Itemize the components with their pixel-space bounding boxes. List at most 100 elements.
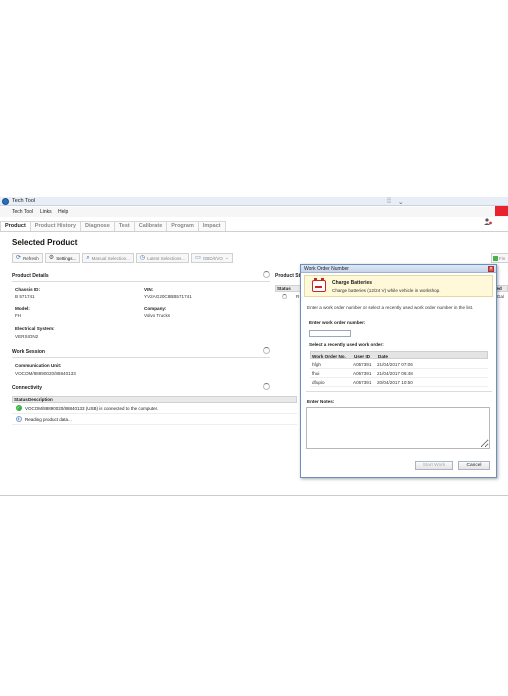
chevron-down-icon[interactable]: ⌄ (398, 198, 404, 206)
date-cell: 20/04/2017 10:50 (377, 379, 413, 385)
obd-label: OBD/I/VO (202, 255, 223, 261)
description-cell: Reading product data... (25, 416, 72, 422)
loading-spinner-icon (282, 294, 287, 299)
company-label: Company: (144, 306, 167, 311)
divider (12, 281, 270, 282)
tab-impact[interactable]: Impact (197, 221, 226, 231)
dialog-title: Work Order Number (304, 266, 349, 272)
battery-icon (312, 278, 326, 292)
work-order-table-header: Work Order No. User ID Date (310, 351, 488, 359)
description-cell: VOCOM/88890020/88840133 (USB) is connect… (25, 405, 159, 411)
manual-selection-label: Manual Selection... (91, 255, 130, 261)
connectivity-table: Status Description ✓ VOCOM/88890020/8884… (12, 396, 297, 425)
charge-batteries-banner: Charge Batteries Charge batteries (12/24… (304, 275, 493, 297)
alert-indicator[interactable] (495, 206, 508, 216)
toolbar: ⟳ Refresh ⚙ Settings... ⌕ Manual Selecti… (12, 253, 235, 263)
tech-tool-window: Tech Tool ⁞⁞ ⌄ Tech Tool Links Help Prod… (0, 197, 508, 496)
start-work-button[interactable]: Start Work (415, 461, 453, 470)
main-tabs: Product Product History Diagnose Test Ca… (0, 221, 226, 231)
work-order-dialog: Work Order Number × Charge Batteries Cha… (300, 264, 497, 478)
find-icon (493, 255, 498, 261)
window-title: Tech Tool (12, 198, 36, 204)
settings-label: Settings... (56, 255, 77, 261)
electrical-system-label: Electrical System: (15, 326, 55, 331)
work-order-cell: dfupio (312, 379, 325, 385)
menu-tech-tool[interactable]: Tech Tool (12, 209, 33, 215)
latest-selections-label: Latest Selections... (147, 255, 186, 261)
search-icon: ⌕ (86, 255, 90, 261)
loading-spinner-icon (263, 347, 270, 354)
loading-spinner-icon (263, 383, 270, 390)
communication-unit-label: Communication Unit: (15, 363, 62, 368)
date-cell: 21/04/2017 07:06 (377, 361, 413, 367)
work-order-cell: fhui (312, 370, 320, 376)
dialog-title-bar: Work Order Number × (301, 265, 496, 273)
table-row[interactable]: fhui A057391 21/04/2017 06:48 (310, 369, 488, 378)
history-icon: ◷ (139, 255, 146, 261)
column-header-date: Date (378, 353, 388, 359)
work-order-input[interactable] (309, 330, 351, 337)
tab-product[interactable]: Product (0, 221, 31, 231)
vin-label: VIN: (144, 287, 154, 292)
banner-text: Charge batteries (12/24 V) while vehicle… (332, 288, 441, 293)
model-label: Model: (15, 306, 30, 311)
status-cell: i (12, 416, 25, 422)
cancel-button[interactable]: Cancel (458, 461, 490, 470)
obd-dropdown[interactable]: ▭ OBD/I/VO ⌄ (191, 253, 233, 263)
tab-product-history[interactable]: Product History (29, 221, 82, 231)
banner-title: Charge Batteries (332, 280, 373, 286)
description-column-header: Description (28, 397, 53, 402)
table-row[interactable]: ✓ VOCOM/88890020/88840133 (USB) is conne… (12, 403, 297, 414)
work-session-heading: Work Session (12, 349, 45, 355)
loading-spinner-icon (263, 271, 270, 278)
vin-value: YV2AG20C8BB571741 (144, 294, 192, 299)
tab-program[interactable]: Program (166, 221, 199, 231)
notes-textarea[interactable] (306, 407, 490, 449)
menu-links[interactable]: Links (40, 209, 52, 215)
find-button[interactable]: Fin (491, 253, 508, 263)
table-row[interactable]: dfupio A057391 20/04/2017 10:50 (310, 378, 488, 387)
product-status-heading: Product St (275, 273, 301, 279)
refresh-button[interactable]: ⟳ Refresh (12, 253, 43, 263)
column-header-work-order: Work Order No. (312, 353, 346, 359)
dialog-instruction: Enter a work order number or select a re… (307, 305, 474, 310)
tab-test[interactable]: Test (113, 221, 135, 231)
tabs-divider (0, 231, 508, 232)
connectivity-heading: Connectivity (12, 385, 43, 391)
window-controls: ⁞⁞ ⌄ (387, 197, 404, 206)
page-title: Selected Product (12, 238, 78, 247)
refresh-label: Refresh (23, 255, 39, 261)
column-header-user-id: User ID (354, 353, 371, 359)
tab-diagnose[interactable]: Diagnose (80, 221, 115, 231)
enter-work-order-label: Enter work order number: (309, 320, 366, 325)
user-icon[interactable] (484, 218, 492, 225)
chassis-id-value: B 571741 (15, 294, 35, 299)
user-id-cell: A057391 (353, 361, 372, 367)
settings-button[interactable]: ⚙ Settings... (44, 253, 81, 263)
grip-icon[interactable]: ⁞⁞ (387, 198, 391, 205)
divider (12, 357, 270, 358)
table-row[interactable]: i Reading product data... (12, 414, 297, 425)
menu-help[interactable]: Help (58, 209, 68, 215)
table-row[interactable]: hfgh A057391 21/04/2017 07:06 (310, 360, 488, 369)
refresh-icon: ⟳ (16, 255, 22, 261)
user-id-cell: A057391 (353, 379, 372, 385)
info-icon: i (15, 416, 22, 422)
divider (306, 391, 492, 392)
status-column-header: Status (14, 397, 28, 402)
latest-selections-button[interactable]: ◷ Latest Selections... (135, 253, 190, 263)
recent-work-order-label: Select a recently used work order: (309, 342, 384, 347)
manual-selection-button[interactable]: ⌕ Manual Selection... (82, 253, 134, 263)
status-cell: ✓ (12, 405, 25, 411)
company-value: Volvo Trucks (144, 313, 171, 318)
check-icon: ✓ (15, 405, 22, 411)
chassis-id-label: Chassis ID: (15, 287, 41, 292)
chevron-down-icon: ⌄ (224, 255, 229, 260)
title-bar: Tech Tool ⁞⁞ ⌄ (0, 197, 508, 206)
communication-unit-value: VOCOM/88890020/88840133 (15, 371, 76, 376)
connectivity-table-header: Status Description (12, 396, 297, 403)
close-icon[interactable]: × (488, 266, 494, 272)
tab-calibrate[interactable]: Calibrate (133, 221, 168, 231)
work-order-cell: hfgh (312, 361, 321, 367)
electrical-system-value: VERSION2 (15, 334, 39, 339)
